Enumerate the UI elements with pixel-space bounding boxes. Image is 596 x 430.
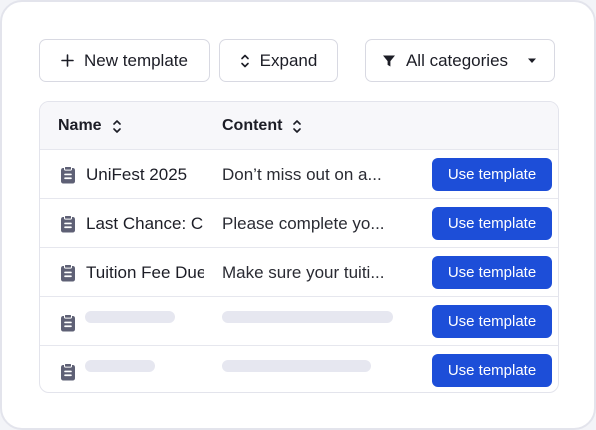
name-column-header[interactable]: Name [58,102,122,150]
table-header: Name Content [40,102,558,150]
use-template-button[interactable]: Use template [432,354,552,387]
expand-button[interactable]: Expand [219,39,338,82]
template-content-preview: Don’t miss out on a... [222,165,382,184]
sort-icon [293,119,302,133]
template-content-preview: Make sure your tuiti... [222,263,385,282]
templates-card: New template Expand All categories Name [0,0,596,430]
expand-label: Expand [259,50,318,70]
table-row-loading: Use template [40,346,558,392]
clipboard-icon [61,264,75,282]
content-column-header[interactable]: Content [222,102,302,150]
name-skeleton [85,360,155,372]
new-template-button[interactable]: New template [39,39,210,82]
caret-down-icon [528,58,537,63]
template-name: Tuition Fee Due [86,263,204,282]
template-name: Last Chance: C [86,214,204,233]
use-template-button[interactable]: Use template [432,305,552,338]
content-column-label: Content [222,117,283,134]
chevron-up-down-icon [240,54,249,67]
name-skeleton [85,311,175,323]
plus-icon [61,54,74,67]
content-skeleton [222,360,371,372]
table-row: UniFest 2025 Don’t miss out on a... Use … [40,150,558,199]
table-row: Last Chance: C Please complete yo... Use… [40,199,558,248]
use-template-button[interactable]: Use template [432,207,552,240]
clipboard-icon [61,166,75,184]
table-row-loading: Use template [40,297,558,346]
clipboard-icon [61,314,75,332]
category-filter-label: All categories [405,50,509,70]
name-column-label: Name [58,117,102,134]
category-filter-dropdown[interactable]: All categories [365,39,555,82]
clipboard-icon [61,215,75,233]
toolbar: New template Expand All categories [39,39,555,83]
template-content-preview: Please complete yo... [222,214,385,233]
template-name: UniFest 2025 [86,165,188,184]
new-template-label: New template [84,50,188,70]
table-row: Tuition Fee Due Make sure your tuiti... … [40,248,558,297]
content-skeleton [222,311,393,323]
templates-table: Name Content UniFest 2025 Don’t miss out… [39,101,559,393]
use-template-button[interactable]: Use template [432,158,552,191]
sort-icon [112,119,121,133]
clipboard-icon [61,363,75,381]
use-template-button[interactable]: Use template [432,256,552,289]
funnel-icon [382,55,395,66]
